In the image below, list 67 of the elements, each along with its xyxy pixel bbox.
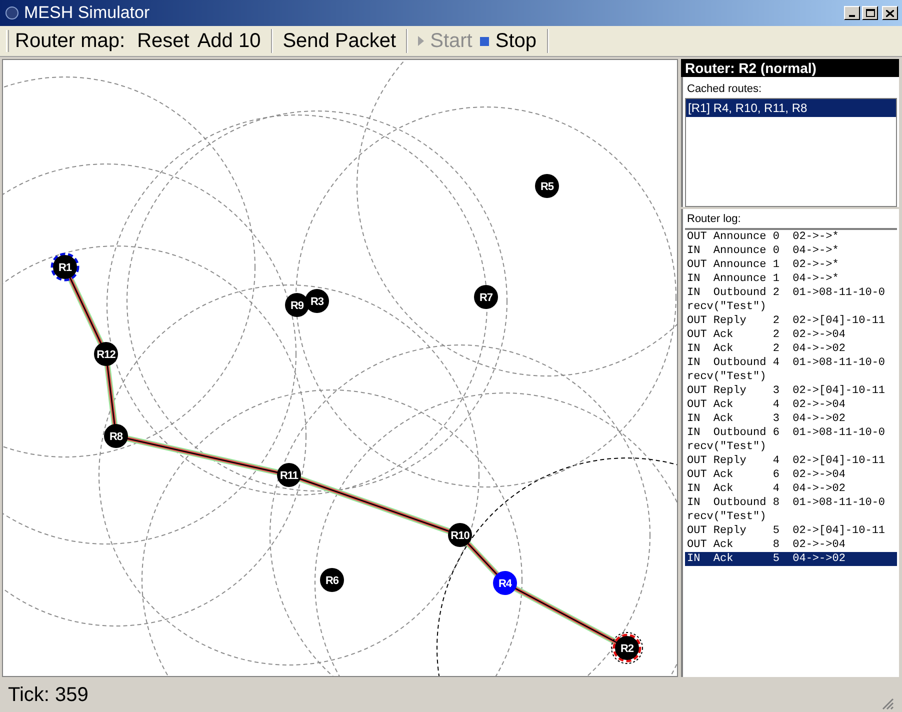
log-entry[interactable]: IN Outbound 2 01->08-11-10-0 xyxy=(685,286,897,300)
router-label: R7 xyxy=(479,292,493,304)
toolbar-button[interactable]: Stop xyxy=(476,27,541,55)
log-entry[interactable]: OUT Reply 4 02->[04]-10-11 xyxy=(685,454,897,468)
log-entry[interactable]: OUT Reply 3 02->[04]-10-11 xyxy=(685,384,897,398)
log-entry[interactable]: OUT Reply 5 02->[04]-10-11 xyxy=(685,524,897,538)
stop-icon xyxy=(480,36,490,46)
router-label: R9 xyxy=(290,300,304,312)
cached-routes-list[interactable]: [R1] R4, R10, R11, R8 xyxy=(685,98,897,207)
router-log-label: Router log: xyxy=(686,212,742,227)
log-entry[interactable]: IN Announce 1 04->->* xyxy=(685,272,897,286)
play-icon xyxy=(418,36,424,46)
tick-counter: Tick: 359 xyxy=(8,683,88,708)
close-icon xyxy=(886,10,894,16)
log-entry[interactable]: recv("Test") xyxy=(685,440,897,454)
log-entry[interactable]: OUT Announce 1 02->->* xyxy=(685,258,897,272)
minimize-icon xyxy=(849,15,855,17)
router-label: R8 xyxy=(109,431,123,443)
log-entry[interactable]: OUT Reply 2 02->[04]-10-11 xyxy=(685,314,897,328)
router-label: R1 xyxy=(58,262,72,274)
log-entry[interactable]: recv("Test") xyxy=(685,370,897,384)
router-node[interactable] xyxy=(277,463,301,487)
log-entry[interactable]: IN Outbound 4 01->08-11-10-0 xyxy=(685,356,897,370)
cached-routes-label: Cached routes: xyxy=(686,82,763,97)
log-entry[interactable]: OUT Ack 8 02->->04 xyxy=(685,538,897,552)
router-node[interactable] xyxy=(493,571,517,595)
log-entry[interactable]: OUT Ack 2 02->->04 xyxy=(685,328,897,342)
toolbar-label: Router map: xyxy=(15,29,126,54)
resize-grip-icon xyxy=(882,698,894,710)
log-entry[interactable]: IN Outbound 6 01->08-11-10-0 xyxy=(685,426,897,440)
log-entry[interactable]: recv("Test") xyxy=(685,510,897,524)
router-node[interactable] xyxy=(320,568,344,592)
close-button[interactable] xyxy=(882,6,898,20)
maximize-icon xyxy=(866,9,874,17)
app-icon xyxy=(4,5,20,21)
router-node[interactable] xyxy=(474,285,498,309)
maximize-button[interactable] xyxy=(862,6,878,20)
toolbar-button[interactable]: Add 10 xyxy=(193,27,265,55)
router-node[interactable] xyxy=(535,174,559,198)
router-label: R3 xyxy=(310,296,324,308)
router-node[interactable] xyxy=(305,289,329,313)
log-entry[interactable]: IN Outbound 8 01->08-11-10-0 xyxy=(685,496,897,510)
router-label: R5 xyxy=(540,181,554,193)
route-item[interactable]: [R1] R4, R10, R11, R8 xyxy=(686,98,896,116)
log-entry[interactable]: IN Ack 4 04->->02 xyxy=(685,482,897,496)
log-entry[interactable]: recv("Test") xyxy=(685,300,897,314)
router-label: R4 xyxy=(498,578,512,590)
window-title: MESH Simulator xyxy=(24,2,150,24)
router-title: Router: R2 (normal) xyxy=(681,59,899,77)
toolbar-button[interactable]: Send Packet xyxy=(278,27,400,55)
router-node[interactable] xyxy=(94,342,118,366)
minimize-button[interactable] xyxy=(844,6,860,20)
log-entry[interactable]: IN Ack 5 04->->02 xyxy=(685,552,897,566)
log-entry[interactable]: IN Ack 2 04->->02 xyxy=(685,342,897,356)
log-entry[interactable]: OUT Announce 0 02->->* xyxy=(685,230,897,244)
router-label: R12 xyxy=(96,349,116,361)
log-entry[interactable]: IN Announce 0 04->->* xyxy=(685,244,897,258)
router-node[interactable] xyxy=(448,523,472,547)
log-entry[interactable]: OUT Ack 6 02->->04 xyxy=(685,468,897,482)
router-label: R10 xyxy=(450,530,470,542)
log-entry[interactable]: IN Ack 3 04->->02 xyxy=(685,412,897,426)
toolbar-button[interactable]: Reset xyxy=(133,27,194,55)
log-entry[interactable]: OUT Ack 4 02->->04 xyxy=(685,398,897,412)
router-label: R6 xyxy=(325,575,339,587)
router-node[interactable] xyxy=(104,424,128,448)
router-label: R2 xyxy=(620,643,634,655)
router-label: R11 xyxy=(280,470,298,482)
